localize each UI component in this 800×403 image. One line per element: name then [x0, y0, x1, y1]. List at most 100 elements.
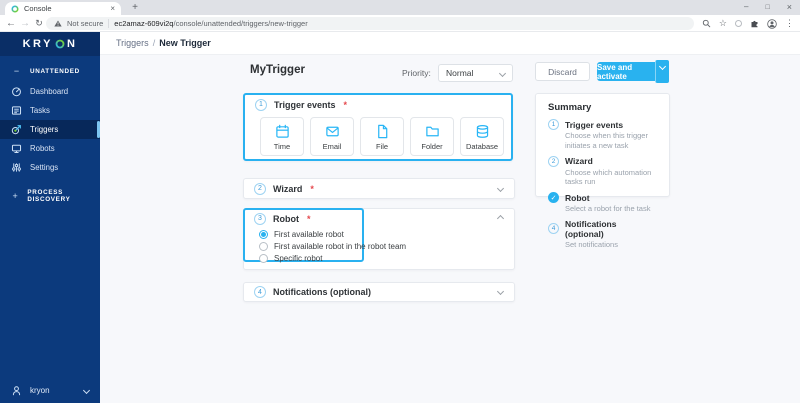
main-area: MyTrigger Priority: Normal Discard Save …	[100, 55, 800, 403]
sidebar-item-robots[interactable]: Robots	[0, 139, 100, 158]
search-zoom-icon[interactable]	[702, 19, 711, 28]
robot-header[interactable]: 3 Robot *	[244, 209, 514, 228]
window-close-icon[interactable]: ×	[787, 2, 792, 12]
summary-item-wizard: 2 Wizard Choose which automation tasks r…	[548, 155, 657, 188]
summary-item-desc: Select a robot for the task	[565, 204, 651, 213]
event-card-database[interactable]: Database	[460, 117, 504, 156]
browser-menu-icon[interactable]: ⋮	[785, 19, 794, 28]
extensions-puzzle-icon[interactable]	[750, 19, 759, 28]
sidebar-section-process-discovery[interactable]: + PROCESS DISCOVERY	[0, 185, 100, 207]
sidebar-nav: − UNATTENDED Dashboard Tasks Triggers Ro…	[0, 56, 100, 207]
expand-chevron-down-icon[interactable]	[496, 287, 505, 296]
url-path: /console/unattended/triggers/new-trigger	[173, 19, 308, 28]
sliders-icon	[11, 162, 22, 173]
calendar-icon	[275, 124, 289, 138]
not-secure-warning-icon	[54, 20, 62, 27]
sidebar-section-unattended[interactable]: − UNATTENDED	[0, 60, 100, 82]
window-minimize-icon[interactable]: –	[744, 3, 748, 11]
logo-o-icon	[55, 39, 65, 49]
collapse-chevron-up-icon[interactable]	[496, 214, 505, 222]
required-asterisk: *	[343, 99, 348, 110]
save-chevron-down-icon	[658, 62, 667, 71]
priority-value: Normal	[446, 68, 474, 78]
gauge-icon	[11, 86, 22, 97]
event-card-label: Email	[322, 142, 342, 151]
summary-step-badge: 2	[548, 155, 559, 167]
sidebar-item-label: Tasks	[30, 106, 50, 115]
sidebar-item-dashboard[interactable]: Dashboard	[0, 82, 100, 101]
wizard-header[interactable]: 2 Wizard *	[244, 179, 514, 198]
bookmark-star-icon[interactable]: ☆	[719, 19, 727, 28]
summary-item-robot: ✓ Robot Select a robot for the task	[548, 192, 657, 214]
event-card-label: Database	[465, 142, 499, 151]
url-host: ec2amaz-609vi2q	[114, 19, 174, 28]
trigger-event-cards: Time Email File Folder Database	[260, 117, 504, 156]
robot-option-specific[interactable]: Specific robot	[259, 253, 322, 263]
step-number-badge: 4	[254, 286, 266, 298]
step-number-badge: 1	[255, 98, 267, 111]
wizard-panel: 2 Wizard *	[243, 178, 515, 199]
robot-option-first-in-team[interactable]: First available robot in the robot team	[259, 241, 406, 251]
sidebar: KRY N − UNATTENDED Dashboard Tasks Trigg…	[0, 32, 100, 403]
radio-unselected-icon[interactable]	[259, 241, 268, 251]
save-and-activate-button[interactable]: Save and activate	[597, 62, 655, 81]
section-label: PROCESS DISCOVERY	[27, 189, 71, 203]
profile-avatar-icon[interactable]	[767, 18, 777, 29]
event-card-email[interactable]: Email	[310, 117, 354, 156]
radio-unselected-icon[interactable]	[259, 253, 268, 263]
reload-icon[interactable]: ↻	[32, 15, 46, 31]
robot-panel: 3 Robot * First available robot First av…	[243, 208, 515, 270]
window-controls: – □ ×	[744, 0, 792, 14]
trigger-name-title[interactable]: MyTrigger	[250, 64, 305, 76]
file-icon	[377, 124, 387, 139]
user-chevron-down-icon	[82, 386, 91, 394]
step-number-badge: 3	[254, 212, 266, 225]
summary-title: Summary	[548, 102, 592, 113]
priority-select[interactable]: Normal	[438, 64, 513, 82]
logo-text-pre: KRY	[22, 38, 53, 50]
notifications-panel: 4 Notifications (optional)	[243, 282, 515, 302]
forward-icon[interactable]: →	[18, 15, 32, 31]
summary-item-title: Notifications (optional)	[565, 218, 617, 239]
save-options-dropdown-button[interactable]	[655, 60, 669, 83]
required-asterisk: *	[307, 213, 311, 224]
extension-circle-icon[interactable]	[735, 20, 742, 27]
tab-close-icon[interactable]: ×	[110, 4, 115, 13]
envelope-icon	[325, 126, 339, 137]
user-menu[interactable]: kryon	[0, 382, 100, 398]
favicon-kryon-icon	[11, 4, 19, 13]
event-card-folder[interactable]: Folder	[410, 117, 454, 156]
panel-title: Wizard	[273, 183, 303, 194]
new-tab-button[interactable]: +	[128, 1, 142, 14]
kryon-logo: KRY N	[0, 32, 100, 56]
breadcrumb-separator: /	[152, 38, 156, 48]
user-icon	[11, 385, 22, 396]
collapse-minus-icon: −	[13, 65, 20, 76]
url-omnibox[interactable]: Not secure ec2amaz-609vi2q/console/unatt…	[46, 17, 694, 30]
robot-option-first-available[interactable]: First available robot	[259, 229, 344, 239]
sidebar-item-settings[interactable]: Settings	[0, 158, 100, 177]
event-card-file[interactable]: File	[360, 117, 404, 156]
discard-button[interactable]: Discard	[535, 62, 590, 81]
priority-label: Priority:	[402, 68, 431, 78]
panel-title: Notifications (optional)	[273, 287, 371, 297]
trigger-events-header[interactable]: 1 Trigger events *	[245, 95, 511, 114]
sidebar-item-tasks[interactable]: Tasks	[0, 101, 100, 120]
event-card-label: File	[375, 142, 389, 151]
logo-text-post: N	[66, 38, 78, 50]
summary-item-title: Wizard	[565, 156, 593, 166]
back-icon[interactable]: ←	[4, 15, 18, 31]
browser-tab[interactable]: Console ×	[5, 2, 121, 15]
sidebar-item-label: Dashboard	[30, 87, 69, 96]
browser-addressbar: ← → ↻ Not secure ec2amaz-609vi2q/console…	[0, 15, 800, 32]
breadcrumb-triggers-link[interactable]: Triggers	[116, 38, 149, 48]
window-maximize-icon[interactable]: □	[766, 4, 770, 11]
trigger-icon	[11, 124, 22, 135]
sidebar-item-triggers[interactable]: Triggers	[0, 120, 100, 139]
event-card-time[interactable]: Time	[260, 117, 304, 156]
summary-item-desc: Choose when this trigger initiates a new…	[565, 131, 648, 150]
radio-selected-icon[interactable]	[259, 229, 268, 239]
radio-label: First available robot	[274, 229, 344, 239]
notifications-header[interactable]: 4 Notifications (optional)	[244, 283, 514, 301]
expand-chevron-down-icon[interactable]	[496, 184, 505, 192]
